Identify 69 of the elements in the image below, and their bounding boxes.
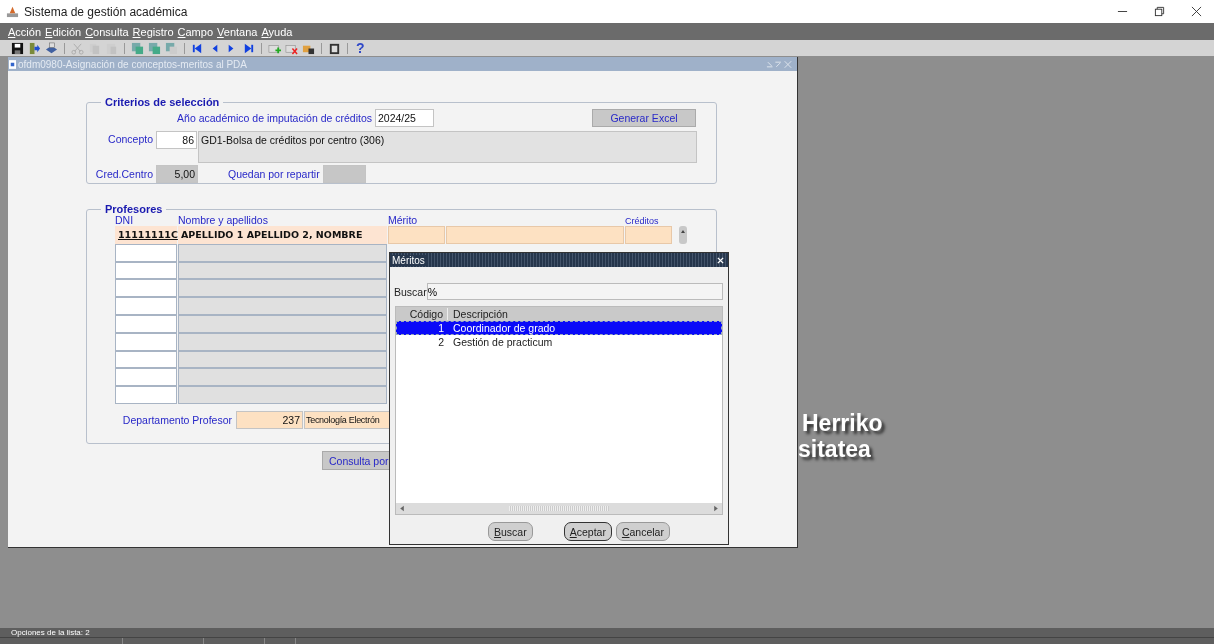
concept-description-field: GD1-Bolsa de créditos por centro (306) [198, 131, 697, 163]
window-title: Sistema de gestión académica [24, 4, 188, 19]
column-header: DNI [115, 214, 135, 226]
list-row[interactable]: 1 Coordinador de grado [396, 321, 722, 335]
dialog-button[interactable]: Cancelar [615, 522, 670, 541]
merit-code-field[interactable] [388, 226, 445, 244]
logo-text: Herriko [801, 410, 883, 436]
form-icon [9, 59, 16, 69]
field-label: Año académico de imputación de créditos [176, 112, 372, 124]
search-label: Buscar [394, 285, 427, 298]
menu-item[interactable]: Registro [132, 25, 174, 38]
field-label: Concepto [107, 133, 153, 145]
copy-icon[interactable] [88, 41, 101, 55]
menu-item[interactable]: Ventana [217, 25, 258, 38]
group-title: Criterios de selección [104, 96, 221, 108]
close-icon[interactable] [1191, 6, 1202, 17]
search-field[interactable]: % [426, 283, 723, 300]
column-header: Mérito [388, 214, 419, 226]
dni-field[interactable] [115, 386, 177, 404]
save-icon[interactable] [11, 41, 24, 55]
logo-text: sitatea [797, 436, 872, 462]
last-record-icon[interactable] [242, 41, 255, 55]
group-title: Profesores [104, 203, 164, 215]
dni-field[interactable] [115, 279, 177, 298]
menu-item[interactable]: Acción [8, 25, 42, 38]
window-controls-icon[interactable] [766, 59, 794, 69]
list-row[interactable]: 2 Gestión de practicum [396, 335, 722, 349]
menu-item[interactable]: Ayuda [261, 25, 293, 38]
record-icon[interactable] [165, 41, 178, 55]
menu-item[interactable]: Consulta [85, 25, 129, 38]
restore-icon[interactable] [1154, 6, 1165, 17]
credits-field: 5,00 [156, 165, 198, 183]
horizontal-scrollbar[interactable] [396, 503, 722, 514]
column-header: Descripción [452, 308, 508, 320]
exit-icon[interactable] [28, 41, 41, 55]
help-icon[interactable]: ? [356, 40, 365, 56]
year-field[interactable]: 2024/25 [375, 109, 434, 127]
status-message: Opciones de la lista: 2 [10, 628, 91, 637]
dni-field[interactable]: 11111111C [115, 226, 177, 244]
dialog-button[interactable]: Buscar [488, 522, 533, 541]
field-label: Quedan por repartir [228, 168, 320, 180]
first-record-icon[interactable] [191, 41, 204, 55]
dialog-button[interactable]: Aceptar [563, 522, 612, 541]
scroll-up-icon[interactable] [679, 226, 687, 244]
menu-item[interactable]: Edición [45, 25, 82, 38]
form-title: ofdm0980-Asignación de conceptos-meritos al PDA [18, 58, 247, 70]
generate-excel-button[interactable]: Generar Excel [592, 109, 696, 127]
dni-field[interactable] [115, 297, 177, 315]
paste-icon[interactable] [105, 41, 118, 55]
field-label: Departamento Profesor [121, 413, 232, 426]
column-header: Créditos [625, 216, 659, 226]
scroll-right-icon[interactable] [712, 504, 720, 513]
record-icon[interactable] [131, 41, 144, 55]
app-icon [6, 5, 19, 18]
column-header: Código [396, 308, 448, 320]
clipboard-icon[interactable] [328, 41, 341, 55]
cut-icon[interactable] [71, 41, 84, 55]
concept-code-field[interactable]: 86 [156, 131, 197, 149]
name-field: APELLIDO 1 APELLIDO 2, NOMBRE [178, 226, 387, 244]
field-label: Cred.Centro [94, 168, 153, 180]
record-icon[interactable] [148, 41, 161, 55]
dialog-title: Méritos [392, 254, 428, 266]
menu-item[interactable]: Campo [177, 25, 214, 38]
column-header: Nombre y apellidos [178, 214, 269, 226]
dni-field[interactable] [115, 368, 177, 387]
credits-field[interactable] [625, 226, 672, 244]
merit-description-field[interactable] [446, 226, 624, 244]
scroll-left-icon[interactable] [398, 504, 406, 513]
department-code-field[interactable]: 237 [236, 410, 303, 429]
